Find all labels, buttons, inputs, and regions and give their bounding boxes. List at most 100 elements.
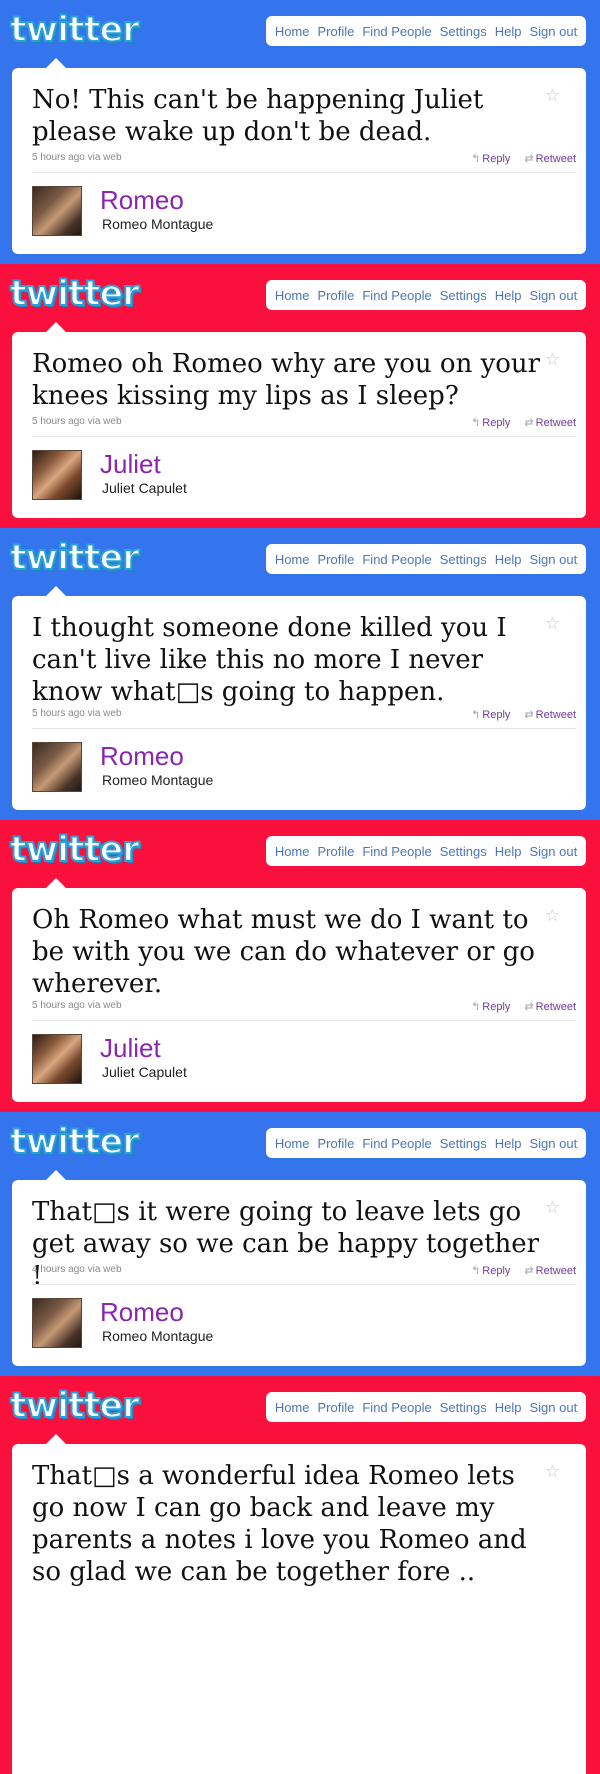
reply-button[interactable]: ↰ Reply bbox=[471, 152, 510, 165]
retweet-button[interactable]: ⇄ Retweet bbox=[524, 416, 576, 429]
retweet-button[interactable]: ⇄ Retweet bbox=[524, 1000, 576, 1013]
nav-link-profile[interactable]: Profile bbox=[318, 1136, 355, 1151]
retweet-label: Retweet bbox=[535, 709, 576, 721]
author-block: Romeo Romeo Montague bbox=[32, 1298, 432, 1350]
reply-button[interactable]: ↰ Reply bbox=[471, 1264, 510, 1277]
card-pointer bbox=[46, 1434, 66, 1444]
reply-arrow-icon: ↰ bbox=[471, 417, 481, 429]
nav-link-sign-out[interactable]: Sign out bbox=[529, 1136, 577, 1151]
twitter-logo[interactable]: twitter bbox=[9, 9, 141, 51]
top-nav: Home Profile Find People Settings Help Sign o… bbox=[266, 544, 586, 574]
nav-link-profile[interactable]: Profile bbox=[318, 1400, 355, 1415]
author-name[interactable]: Romeo bbox=[100, 186, 184, 214]
retweet-icon: ⇄ bbox=[524, 153, 534, 165]
nav-link-settings[interactable]: Settings bbox=[440, 288, 487, 303]
tweet-actions: ↰ Reply ⇄ Retweet bbox=[471, 1264, 576, 1277]
tweet-panel: twitter Home Profile Find People Settings Hel… bbox=[0, 0, 600, 264]
tweet-card: ☆ Romeo oh Romeo why are you on your knee… bbox=[12, 322, 586, 518]
nav-link-find-people[interactable]: Find People bbox=[362, 288, 431, 303]
retweet-button[interactable]: ⇄ Retweet bbox=[524, 708, 576, 721]
nav-link-home[interactable]: Home bbox=[275, 1136, 310, 1151]
nav-link-home[interactable]: Home bbox=[275, 24, 310, 39]
star-icon[interactable]: ☆ bbox=[545, 614, 560, 634]
nav-link-profile[interactable]: Profile bbox=[318, 288, 355, 303]
tweet-meta: 4 hours ago via web ↰ Reply ⇄ Retweet bbox=[32, 1264, 576, 1280]
tweet-meta: 5 hours ago via web ↰ Reply ⇄ Retweet bbox=[32, 152, 576, 168]
author-name[interactable]: Romeo bbox=[100, 742, 184, 770]
tweet-card: ☆ That□s a wonderful idea Romeo lets go n… bbox=[12, 1434, 586, 1774]
tweet-meta: 5 hours ago via web ↰ Reply ⇄ Retweet bbox=[32, 416, 576, 432]
avatar[interactable] bbox=[32, 1034, 82, 1084]
tweet-meta: 5 hours ago via web ↰ Reply ⇄ Retweet bbox=[32, 708, 576, 724]
retweet-button[interactable]: ⇄ Retweet bbox=[524, 1264, 576, 1277]
nav-link-profile[interactable]: Profile bbox=[318, 24, 355, 39]
nav-link-home[interactable]: Home bbox=[275, 552, 310, 567]
nav-link-help[interactable]: Help bbox=[495, 552, 522, 567]
star-icon[interactable]: ☆ bbox=[545, 1462, 560, 1482]
twitter-logo[interactable]: twitter bbox=[9, 829, 141, 871]
avatar[interactable] bbox=[32, 1298, 82, 1348]
author-name[interactable]: Romeo bbox=[100, 1298, 184, 1326]
tweet-actions: ↰ Reply ⇄ Retweet bbox=[471, 152, 576, 165]
author-name[interactable]: Juliet bbox=[100, 450, 161, 478]
star-icon[interactable]: ☆ bbox=[545, 906, 560, 926]
tweet-text: Oh Romeo what must we do I want to be wi… bbox=[32, 905, 535, 999]
avatar[interactable] bbox=[32, 186, 82, 236]
nav-link-home[interactable]: Home bbox=[275, 844, 310, 859]
retweet-button[interactable]: ⇄ Retweet bbox=[524, 152, 576, 165]
nav-link-help[interactable]: Help bbox=[495, 24, 522, 39]
nav-link-sign-out[interactable]: Sign out bbox=[529, 24, 577, 39]
author-name[interactable]: Juliet bbox=[100, 1034, 161, 1062]
reply-button[interactable]: ↰ Reply bbox=[471, 708, 510, 721]
nav-link-find-people[interactable]: Find People bbox=[362, 1136, 431, 1151]
nav-link-settings[interactable]: Settings bbox=[440, 1400, 487, 1415]
nav-link-help[interactable]: Help bbox=[495, 844, 522, 859]
nav-link-find-people[interactable]: Find People bbox=[362, 1400, 431, 1415]
nav-link-help[interactable]: Help bbox=[495, 288, 522, 303]
star-icon[interactable]: ☆ bbox=[545, 86, 560, 106]
avatar[interactable] bbox=[32, 742, 82, 792]
reply-label: Reply bbox=[482, 1001, 511, 1013]
nav-link-find-people[interactable]: Find People bbox=[362, 844, 431, 859]
nav-link-find-people[interactable]: Find People bbox=[362, 24, 431, 39]
card-pointer bbox=[46, 58, 66, 68]
tweet-text: I thought someone done killed you I can'… bbox=[32, 613, 507, 707]
timestamp: 5 hours ago via web bbox=[32, 152, 122, 163]
nav-link-settings[interactable]: Settings bbox=[440, 552, 487, 567]
nav-link-home[interactable]: Home bbox=[275, 288, 310, 303]
nav-link-sign-out[interactable]: Sign out bbox=[529, 552, 577, 567]
retweet-icon: ⇄ bbox=[524, 417, 534, 429]
tweet-text: No! This can't be happening Juliet pleas… bbox=[32, 85, 484, 147]
twitter-logo[interactable]: twitter bbox=[9, 537, 141, 579]
tweet-actions: ↰ Reply ⇄ Retweet bbox=[471, 708, 576, 721]
nav-link-settings[interactable]: Settings bbox=[440, 24, 487, 39]
divider bbox=[32, 172, 576, 173]
twitter-logo[interactable]: twitter bbox=[9, 1385, 141, 1427]
retweet-icon: ⇄ bbox=[524, 1265, 534, 1277]
author-fullname: Romeo Montague bbox=[102, 772, 214, 788]
star-icon[interactable]: ☆ bbox=[545, 1198, 560, 1218]
nav-link-sign-out[interactable]: Sign out bbox=[529, 844, 577, 859]
tweet-card: ☆ Oh Romeo what must we do I want to be w… bbox=[12, 878, 586, 1102]
nav-link-help[interactable]: Help bbox=[495, 1136, 522, 1151]
top-nav: Home Profile Find People Settings Help Sign o… bbox=[266, 1392, 586, 1422]
nav-link-profile[interactable]: Profile bbox=[318, 844, 355, 859]
nav-link-home[interactable]: Home bbox=[275, 1400, 310, 1415]
reply-button[interactable]: ↰ Reply bbox=[471, 416, 510, 429]
page: twitter Home Profile Find People Settings Hel… bbox=[0, 0, 600, 1774]
timestamp: 4 hours ago via web bbox=[32, 1264, 122, 1275]
twitter-logo[interactable]: twitter bbox=[9, 1121, 141, 1163]
star-icon[interactable]: ☆ bbox=[545, 350, 560, 370]
author-fullname: Romeo Montague bbox=[102, 1328, 214, 1344]
twitter-logo[interactable]: twitter bbox=[9, 273, 141, 315]
avatar[interactable] bbox=[32, 450, 82, 500]
reply-button[interactable]: ↰ Reply bbox=[471, 1000, 510, 1013]
divider bbox=[32, 1020, 576, 1021]
nav-link-settings[interactable]: Settings bbox=[440, 1136, 487, 1151]
nav-link-profile[interactable]: Profile bbox=[318, 552, 355, 567]
nav-link-find-people[interactable]: Find People bbox=[362, 552, 431, 567]
nav-link-settings[interactable]: Settings bbox=[440, 844, 487, 859]
nav-link-sign-out[interactable]: Sign out bbox=[529, 288, 577, 303]
nav-link-help[interactable]: Help bbox=[495, 1400, 522, 1415]
nav-link-sign-out[interactable]: Sign out bbox=[529, 1400, 577, 1415]
